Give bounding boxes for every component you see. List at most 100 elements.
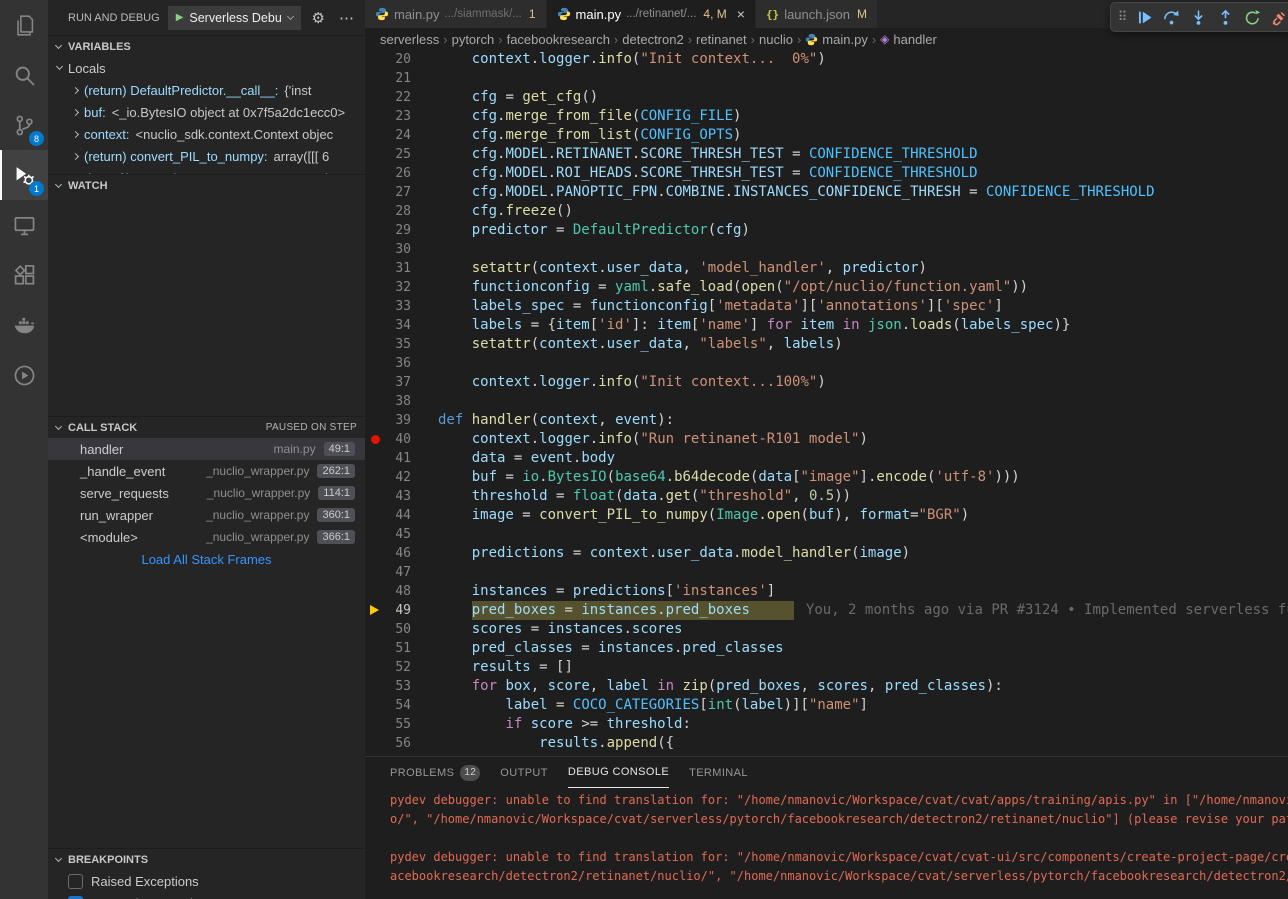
- explorer-icon[interactable]: [0, 0, 48, 50]
- gutter-glyph-margin[interactable]: [365, 259, 391, 278]
- gutter-glyph-margin[interactable]: [365, 373, 391, 392]
- stack-frame-row[interactable]: <module>_nuclio_wrapper.py366:1: [48, 526, 365, 548]
- gutter-glyph-margin[interactable]: [365, 88, 391, 107]
- stack-frame-row[interactable]: serve_requests_nuclio_wrapper.py114:1: [48, 482, 365, 504]
- breadcrumb-item[interactable]: ◈handler: [880, 32, 937, 47]
- breakpoint-icon[interactable]: [371, 435, 380, 444]
- breadcrumb-item[interactable]: retinanet: [696, 32, 747, 47]
- gear-icon[interactable]: ⚙: [309, 9, 328, 27]
- gutter-glyph-margin[interactable]: [365, 639, 391, 658]
- source-control-icon[interactable]: 8: [0, 100, 48, 150]
- gutter-glyph-margin[interactable]: [365, 316, 391, 335]
- load-all-stack-frames-link[interactable]: Load All Stack Frames: [48, 548, 365, 570]
- gutter-glyph-margin[interactable]: [365, 107, 391, 126]
- gutter-glyph-margin[interactable]: [365, 449, 391, 468]
- breakpoint-row[interactable]: ✓Uncaught Exceptions: [48, 892, 365, 899]
- stack-frame-row[interactable]: handlermain.py49:1: [48, 438, 365, 460]
- gutter-glyph-margin[interactable]: [365, 734, 391, 753]
- editor-tab[interactable]: {}launch.jsonM: [756, 0, 878, 28]
- more-actions-icon[interactable]: ⋯: [336, 9, 357, 27]
- gutter-glyph-margin[interactable]: [365, 544, 391, 563]
- gutter-glyph-margin[interactable]: [365, 468, 391, 487]
- gutter-glyph-margin[interactable]: [365, 658, 391, 677]
- breadcrumb-item[interactable]: detectron2: [622, 32, 683, 47]
- gutter-glyph-margin[interactable]: [365, 221, 391, 240]
- variable-row[interactable]: (return) DefaultPredictor.__call__:{'ins…: [48, 79, 365, 101]
- run-circle-icon[interactable]: [0, 350, 48, 400]
- code-content: cfg.MODEL.RETINANET.SCORE_THRESH_TEST = …: [411, 145, 1288, 164]
- gutter-glyph-margin[interactable]: [365, 563, 391, 582]
- gutter-glyph-margin[interactable]: [365, 620, 391, 639]
- breadcrumb-label: handler: [893, 32, 936, 47]
- line-number: 49: [391, 601, 411, 620]
- run-and-debug-icon[interactable]: 1: [0, 150, 48, 200]
- breadcrumb-item[interactable]: facebookresearch: [507, 32, 610, 47]
- panel-tab-label: TERMINAL: [689, 767, 748, 779]
- variable-row[interactable]: (return) convert_PIL_to_numpy:array([[[ …: [48, 145, 365, 167]
- breadcrumb-item[interactable]: pytorch: [452, 32, 495, 47]
- breakpoints-section-header[interactable]: BREAKPOINTS: [48, 848, 365, 870]
- gutter-glyph-margin[interactable]: [365, 715, 391, 734]
- close-icon[interactable]: ×: [737, 6, 745, 22]
- gutter-glyph-margin[interactable]: [365, 392, 391, 411]
- start-debug-icon[interactable]: ▶: [176, 12, 184, 23]
- panel-tab-debug-console[interactable]: DEBUG CONSOLE: [568, 757, 669, 788]
- docker-icon[interactable]: [0, 300, 48, 350]
- variable-row[interactable]: buf:<_io.BytesIO object at 0x7f5a2dc1ecc…: [48, 101, 365, 123]
- panel-tab-terminal[interactable]: TERMINAL: [689, 757, 748, 788]
- debug-config-picker[interactable]: ▶ Serverless Debu: [168, 6, 301, 30]
- gutter-glyph-margin[interactable]: [365, 202, 391, 221]
- watch-section-header[interactable]: WATCH: [48, 174, 365, 196]
- remote-explorer-icon[interactable]: [0, 200, 48, 250]
- gutter-glyph-margin[interactable]: [365, 50, 391, 69]
- restart-icon[interactable]: [1240, 5, 1265, 29]
- gutter-glyph-margin[interactable]: [365, 335, 391, 354]
- stack-frame-row[interactable]: _handle_event_nuclio_wrapper.py262:1: [48, 460, 365, 482]
- gutter-glyph-margin[interactable]: [365, 677, 391, 696]
- gutter-glyph-margin[interactable]: [365, 487, 391, 506]
- step-out-icon[interactable]: [1213, 5, 1238, 29]
- gutter-glyph-margin[interactable]: [365, 164, 391, 183]
- disconnect-icon[interactable]: [1267, 5, 1288, 29]
- code-editor[interactable]: 20 context.logger.info("Init context... …: [365, 50, 1288, 756]
- breakpoint-row[interactable]: Raised Exceptions: [48, 870, 365, 892]
- gutter-glyph-margin[interactable]: [365, 145, 391, 164]
- gutter-glyph-margin[interactable]: [365, 601, 391, 620]
- gutter-glyph-margin[interactable]: [365, 430, 391, 449]
- gutter-glyph-margin[interactable]: [365, 297, 391, 316]
- step-into-icon[interactable]: [1186, 5, 1211, 29]
- python-file-icon: [375, 7, 389, 21]
- variables-section-header[interactable]: VARIABLES: [48, 35, 365, 57]
- gutter-glyph-margin[interactable]: [365, 69, 391, 88]
- gutter-glyph-margin[interactable]: [365, 278, 391, 297]
- breadcrumb-item[interactable]: nuclio: [759, 32, 793, 47]
- gutter-glyph-margin[interactable]: [365, 240, 391, 259]
- gutter-glyph-margin[interactable]: [365, 506, 391, 525]
- gutter-glyph-margin[interactable]: [365, 183, 391, 202]
- gutter-glyph-margin[interactable]: [365, 525, 391, 544]
- variables-scope-row[interactable]: Locals: [48, 57, 365, 79]
- debug-console-output[interactable]: pydev debugger: unable to find translati…: [365, 788, 1288, 899]
- stack-frame-row[interactable]: run_wrapper_nuclio_wrapper.py360:1: [48, 504, 365, 526]
- variable-row[interactable]: context:<nuclio_sdk.context.Context obje…: [48, 123, 365, 145]
- continue-icon[interactable]: [1132, 5, 1157, 29]
- gutter-glyph-margin[interactable]: [365, 582, 391, 601]
- breadcrumb-item[interactable]: main.py: [805, 32, 868, 47]
- editor-tab[interactable]: main.py.../siammask/...1: [365, 0, 547, 28]
- step-over-icon[interactable]: [1159, 5, 1184, 29]
- variable-row[interactable]: data:{'image': 'iVBORw0KGgoAAAANSUhE: [48, 167, 365, 174]
- editor-tab[interactable]: main.py.../retinanet/...4, M×: [547, 0, 756, 28]
- extensions-icon[interactable]: [0, 250, 48, 300]
- drag-handle-icon[interactable]: ⠿: [1115, 9, 1130, 25]
- checkbox[interactable]: [68, 874, 83, 889]
- panel-tab-problems[interactable]: PROBLEMS12: [390, 757, 480, 788]
- call-stack-section-header[interactable]: CALL STACK PAUSED ON STEP: [48, 416, 365, 438]
- breadcrumb-item[interactable]: serverless: [380, 32, 439, 47]
- search-icon[interactable]: [0, 50, 48, 100]
- panel-tab-output[interactable]: OUTPUT: [500, 757, 548, 788]
- gutter-glyph-margin[interactable]: [365, 411, 391, 430]
- gutter-glyph-margin[interactable]: [365, 696, 391, 715]
- checkbox[interactable]: ✓: [68, 896, 83, 899]
- gutter-glyph-margin[interactable]: [365, 126, 391, 145]
- gutter-glyph-margin[interactable]: [365, 354, 391, 373]
